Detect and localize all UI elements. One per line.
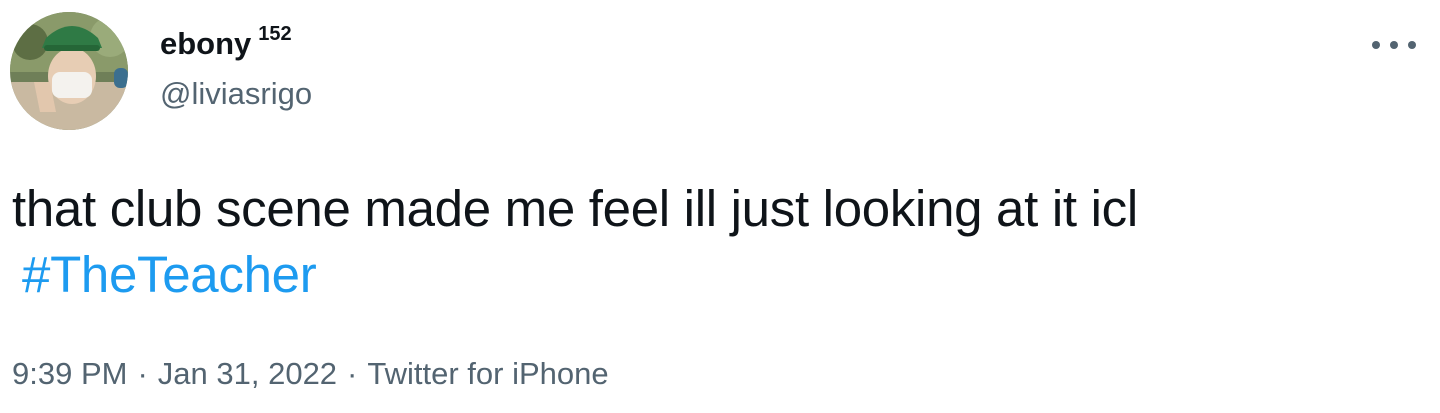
avatar-image <box>10 12 128 130</box>
more-dot <box>1390 41 1398 49</box>
more-dot <box>1372 41 1380 49</box>
meta-separator: · <box>137 356 148 391</box>
more-dot <box>1408 41 1416 49</box>
tweet-card: ebony 152 @liviasrigo that club scene mad… <box>0 0 1440 413</box>
author-name-superscript: 152 <box>258 23 292 45</box>
tweet-body-text: that club scene made me feel ill just lo… <box>12 180 1138 237</box>
author-handle[interactable]: @liviasrigo <box>160 74 312 114</box>
tweet-date[interactable]: Jan 31, 2022 <box>158 356 337 391</box>
author-block[interactable]: ebony 152 @liviasrigo <box>160 23 312 114</box>
more-horizontal-icon[interactable] <box>1372 34 1416 56</box>
tweet-text: that club scene made me feel ill just lo… <box>12 176 1412 308</box>
author-display-name[interactable]: ebony <box>160 24 251 64</box>
hashtag-link[interactable]: #TheTeacher <box>22 242 1412 308</box>
tweet-source[interactable]: Twitter for iPhone <box>367 356 608 391</box>
tweet-time[interactable]: 9:39 PM <box>12 356 127 391</box>
meta-separator: · <box>347 356 358 391</box>
avatar[interactable] <box>10 12 128 130</box>
tweet-meta: 9:39 PM · Jan 31, 2022 · Twitter for iPhone <box>12 354 609 394</box>
